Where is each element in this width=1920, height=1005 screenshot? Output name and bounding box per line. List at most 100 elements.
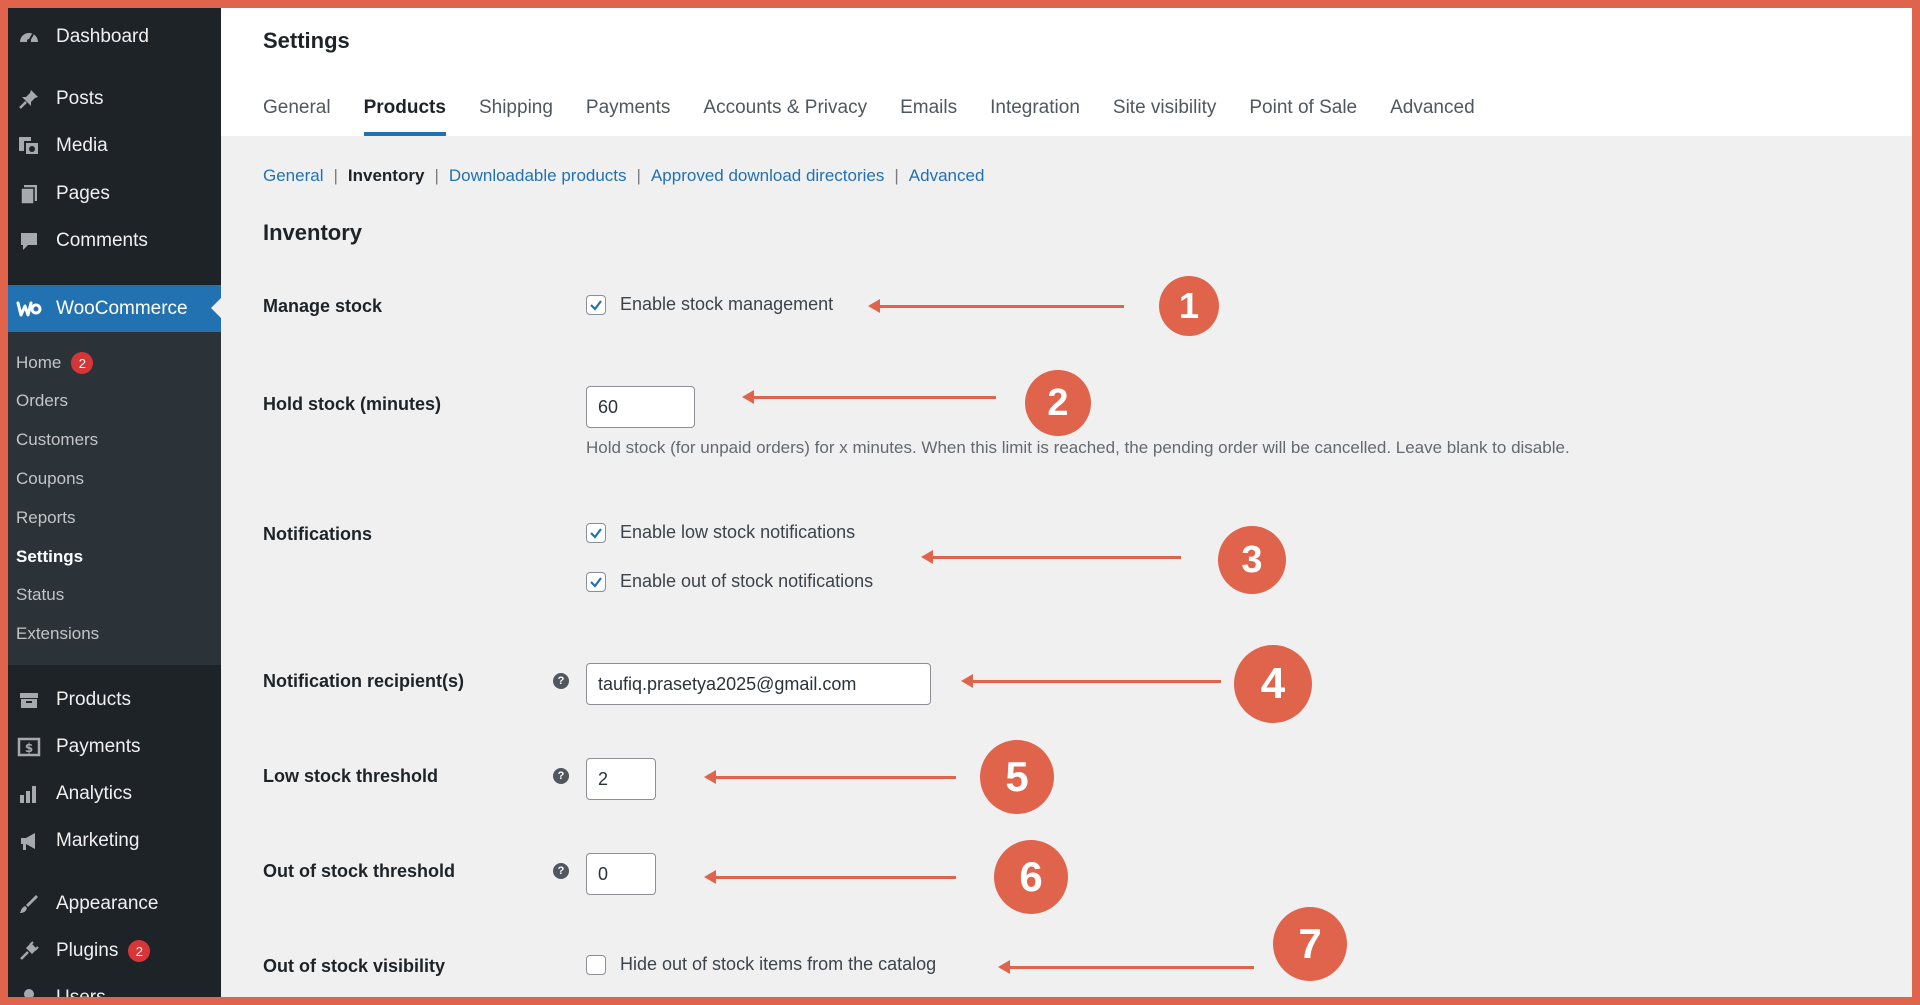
manage-stock-option[interactable]: Enable stock management [586, 294, 833, 315]
low-stock-notification-checkbox[interactable] [586, 522, 606, 543]
sidebar-item-marketing[interactable]: Marketing [8, 821, 221, 861]
recipient-label: Notification recipient(s) [263, 671, 465, 691]
submenu-item-customers[interactable]: Customers [16, 427, 98, 453]
sidebar-label: Analytics [56, 783, 133, 804]
low-threshold-input[interactable]: 2 [586, 758, 656, 800]
subnav-separator: | [894, 166, 899, 185]
annotation-arrow [998, 960, 1254, 974]
section-title: Inventory [263, 220, 363, 245]
annotation-arrow [704, 870, 956, 884]
recipient-email-input[interactable]: taufiq.prasetya2025@gmail.com [586, 663, 931, 705]
annotation-marker-6: 6 [994, 840, 1068, 914]
paintbrush-icon [16, 891, 42, 917]
comment-icon [16, 228, 42, 254]
sidebar-item-products[interactable]: Products [8, 680, 221, 720]
page-title: Settings [263, 28, 350, 53]
visibility-label: Out of stock visibility [263, 956, 446, 976]
out-stock-notification-checkbox[interactable] [586, 571, 606, 592]
annotation-marker-2: 2 [1025, 370, 1091, 436]
hold-stock-input[interactable]: 60 [586, 386, 695, 428]
subnav-general[interactable]: General [263, 166, 323, 186]
low-threshold-label: Low stock threshold [263, 766, 439, 786]
sidebar-item-comments[interactable]: Comments [8, 221, 221, 261]
sidebar-label: WooCommerce [56, 297, 188, 319]
visibility-option-label: Hide out of stock items from the catalog [620, 954, 937, 974]
subnav-inventory[interactable]: Inventory [348, 166, 425, 186]
sidebar-item-posts[interactable]: Posts [8, 79, 221, 119]
out-threshold-input[interactable]: 0 [586, 853, 656, 895]
pushpin-icon [16, 86, 42, 112]
tab-integration[interactable]: Integration [990, 94, 1080, 136]
sidebar-item-payments[interactable]: $ Payments [8, 727, 221, 767]
dollar-icon: $ [16, 734, 42, 760]
bar-chart-icon [16, 781, 42, 807]
submenu-item-orders[interactable]: Orders [16, 388, 68, 414]
sidebar-label: Posts [56, 88, 104, 109]
tab-payments[interactable]: Payments [586, 94, 670, 136]
sidebar-label: Dashboard [56, 26, 149, 47]
tab-point-of-sale[interactable]: Point of Sale [1249, 94, 1357, 136]
sidebar-item-analytics[interactable]: Analytics [8, 774, 221, 814]
submenu-item-home[interactable]: Home 2 [16, 350, 94, 376]
sidebar-item-appearance[interactable]: Appearance [8, 884, 221, 924]
tab-products[interactable]: Products [363, 94, 446, 136]
hold-stock-description: Hold stock (for unpaid orders) for x min… [586, 438, 1570, 457]
tab-advanced[interactable]: Advanced [1390, 94, 1475, 136]
annotation-marker-1: 1 [1159, 276, 1219, 336]
sidebar-item-plugins[interactable]: Plugins 2 [8, 931, 221, 971]
annotation-arrow [704, 770, 956, 784]
manage-stock-option-label: Enable stock management [620, 294, 834, 314]
out-threshold-label: Out of stock threshold [263, 861, 456, 881]
sidebar-label: Appearance [56, 893, 159, 914]
sidebar-label: Users [56, 987, 106, 997]
checkmark-icon [590, 527, 602, 539]
sidebar-item-media[interactable]: Media [8, 126, 221, 166]
media-icon [16, 133, 42, 159]
woocommerce-icon [16, 296, 42, 322]
manage-stock-label: Manage stock [263, 296, 383, 316]
sidebar-item-users[interactable]: Users [8, 978, 221, 997]
help-icon[interactable]: ? [553, 673, 569, 689]
svg-text:$: $ [25, 741, 33, 755]
subnav-separator: | [333, 166, 338, 185]
low-stock-notification-option[interactable]: Enable low stock notifications [586, 522, 855, 543]
sidebar-label: Plugins [56, 940, 119, 961]
annotation-marker-3: 3 [1218, 526, 1286, 594]
manage-stock-checkbox[interactable] [586, 294, 606, 315]
checkmark-icon [590, 299, 602, 311]
submenu-item-reports[interactable]: Reports [16, 505, 76, 531]
sidebar-label: Media [56, 135, 108, 156]
submenu-label: Home [16, 353, 62, 372]
sidebar-item-dashboard[interactable]: Dashboard [8, 17, 221, 57]
subnav-downloadable-products[interactable]: Downloadable products [449, 166, 627, 186]
help-icon[interactable]: ? [553, 768, 569, 784]
submenu-item-settings[interactable]: Settings [16, 544, 83, 570]
sidebar-label: Comments [56, 230, 148, 251]
annotation-marker-5: 5 [980, 740, 1054, 814]
sidebar-item-woocommerce[interactable]: WooCommerce [8, 285, 221, 332]
tab-accounts-privacy[interactable]: Accounts & Privacy [703, 94, 867, 136]
submenu-item-extensions[interactable]: Extensions [16, 621, 99, 647]
visibility-checkbox[interactable] [586, 954, 606, 975]
sidebar-item-pages[interactable]: Pages [8, 174, 221, 214]
tab-shipping[interactable]: Shipping [479, 94, 553, 136]
visibility-option[interactable]: Hide out of stock items from the catalog [586, 954, 936, 975]
user-icon [16, 985, 42, 997]
tab-emails[interactable]: Emails [900, 94, 957, 136]
out-stock-notification-option[interactable]: Enable out of stock notifications [586, 571, 873, 592]
annotation-marker-4: 4 [1234, 645, 1312, 723]
help-icon[interactable]: ? [553, 863, 569, 879]
admin-sidebar: Dashboard Posts Media Pages Comments Woo… [8, 8, 221, 997]
tab-general[interactable]: General [263, 94, 331, 136]
tab-site-visibility[interactable]: Site visibility [1113, 94, 1216, 136]
subnav-approved-directories[interactable]: Approved download directories [651, 166, 884, 186]
submenu-item-coupons[interactable]: Coupons [16, 466, 84, 492]
subnav-separator: | [636, 166, 641, 185]
sidebar-label: Pages [56, 183, 110, 204]
subnav-advanced[interactable]: Advanced [909, 166, 985, 186]
submenu-item-status[interactable]: Status [16, 582, 64, 608]
sidebar-label: Payments [56, 736, 141, 757]
megaphone-icon [16, 828, 42, 854]
notification-badge: 2 [71, 352, 94, 374]
annotation-marker-7: 7 [1273, 907, 1347, 981]
